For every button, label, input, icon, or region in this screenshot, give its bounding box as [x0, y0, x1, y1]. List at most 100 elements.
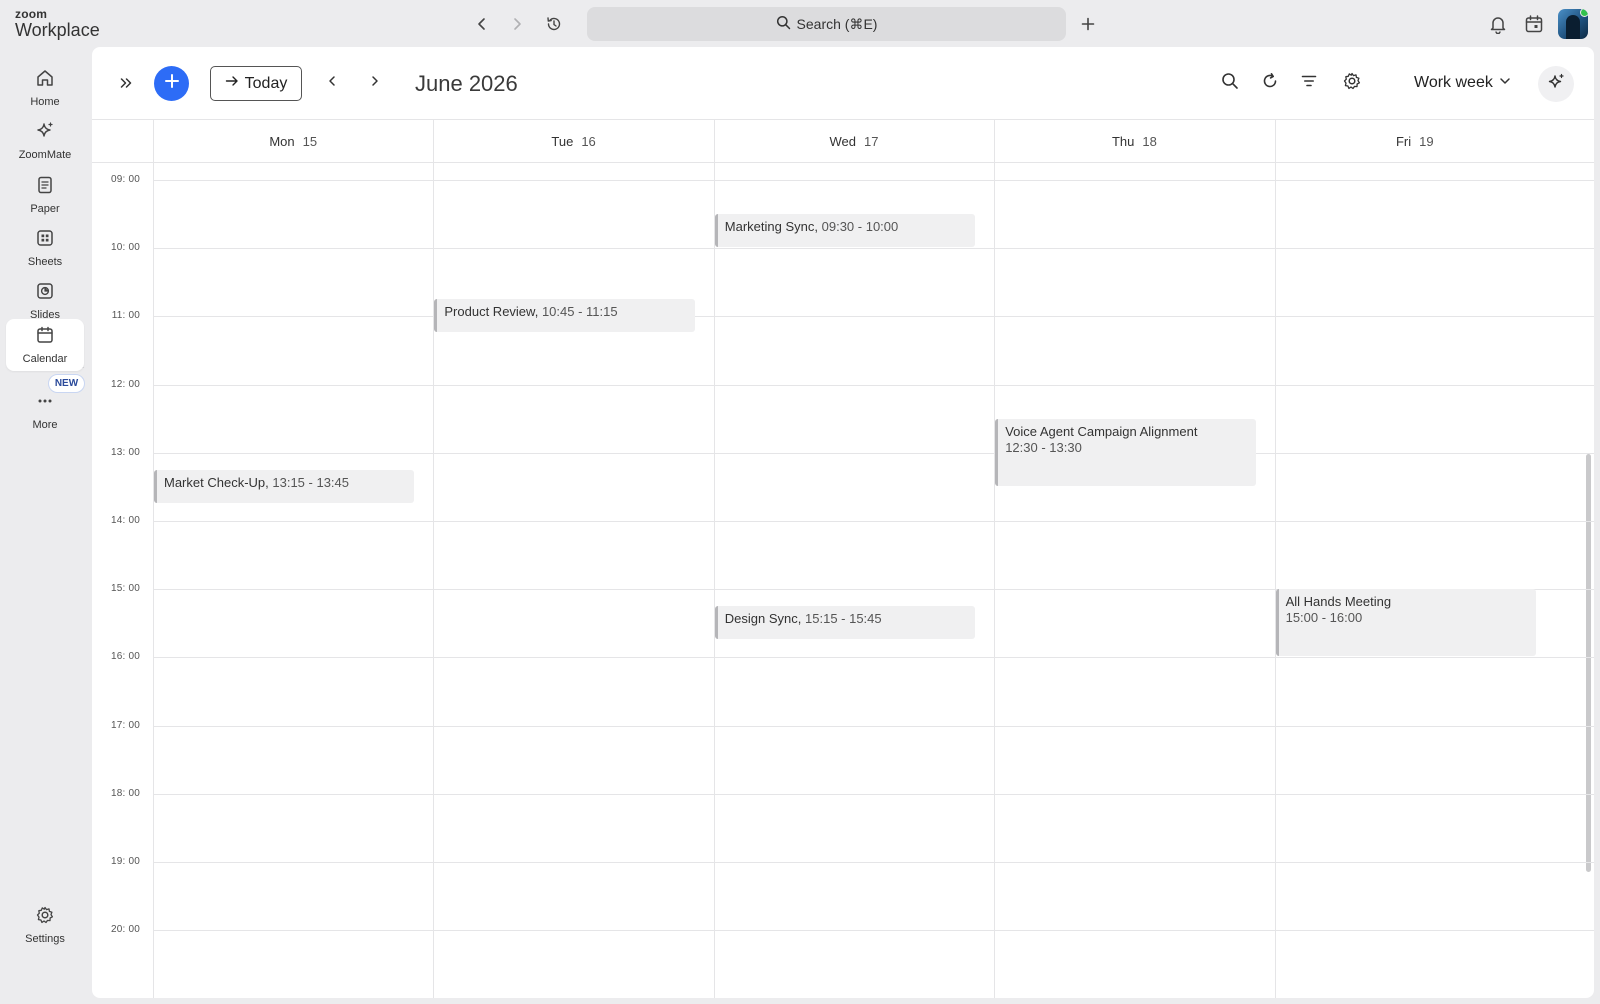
sidebar-item-calendar[interactable]: Calendar	[6, 319, 84, 371]
previous-week-button[interactable]	[320, 71, 344, 95]
hour-gridline	[153, 930, 1594, 932]
day-column-divider	[433, 119, 435, 998]
sparkle-icon	[35, 121, 55, 144]
day-name: Fri	[1395, 133, 1412, 149]
hour-label: 18: 00	[110, 787, 140, 799]
hour-gridline	[153, 316, 1594, 318]
hour-label: 10: 00	[110, 242, 140, 254]
day-column-divider	[153, 119, 154, 998]
ai-assistant-button[interactable]	[1538, 66, 1574, 102]
day-name: Tue	[551, 133, 574, 149]
sidebar-item-sheets[interactable]: Sheets	[6, 222, 84, 274]
hour-label: 14: 00	[110, 515, 140, 526]
search-bar[interactable]: Search (⌘E)	[587, 7, 1066, 41]
day-number: 19	[1419, 133, 1434, 149]
avatar[interactable]	[1558, 9, 1588, 39]
hour-label: 16: 00	[110, 651, 140, 663]
hour-label: 17: 00	[110, 719, 140, 731]
event-time: 13:15 - 13:45	[272, 474, 349, 490]
sidebar-item-label: Settings	[25, 933, 65, 945]
event-title: Voice Agent Campaign Alignment	[1005, 423, 1198, 439]
sparkle-icon	[1546, 72, 1566, 97]
hour-gridline	[153, 657, 1594, 659]
sheets-icon	[35, 228, 55, 251]
chevron-right-icon	[369, 74, 381, 92]
today-button[interactable]: Today	[210, 66, 302, 101]
history-icon[interactable]	[542, 12, 566, 36]
chevron-left-icon	[326, 74, 338, 92]
hour-label: 13: 00	[110, 446, 140, 458]
calendar-icon	[35, 325, 55, 348]
hour-label: 09: 00	[110, 174, 140, 185]
calendar-event[interactable]: Marketing Sync, 09:30 - 10:00	[714, 214, 976, 248]
plus-icon[interactable]	[1076, 12, 1100, 36]
expand-sidebar-icon[interactable]	[114, 71, 138, 95]
calendar-icon[interactable]	[1522, 12, 1546, 36]
day-header-divider	[92, 162, 1594, 163]
sidebar-item-home[interactable]: Home	[6, 62, 84, 114]
hour-gridline	[153, 248, 1594, 250]
sidebar-item-label: More	[32, 419, 58, 431]
chevron-down-icon	[1499, 74, 1511, 92]
hour-label: 20: 00	[110, 924, 140, 936]
event-title: Market Check-Up,	[164, 474, 269, 490]
calendar-event[interactable]: Product Review, 10:45 - 11:15	[434, 299, 695, 333]
day-column-divider	[713, 119, 715, 998]
calendar-event[interactable]: All Hands Meeting 15:00 - 16:00	[1275, 589, 1536, 657]
calendar-panel: Today June 2026 Work week Mon 15 Tue 16 …	[92, 47, 1594, 998]
day-number: 16	[581, 133, 596, 149]
hour-gridline	[153, 725, 1594, 727]
next-week-button[interactable]	[363, 71, 387, 95]
event-time: 15:15 - 15:45	[805, 611, 882, 627]
title-bar: zoom Workplace Search (⌘E)	[0, 0, 1600, 47]
event-title: Product Review,	[444, 304, 539, 320]
back-icon[interactable]	[470, 12, 494, 36]
sidebar-item-label: ZoomMate	[18, 149, 72, 161]
sidebar-item-paper[interactable]: Paper	[6, 169, 84, 221]
hour-gridline	[153, 452, 1594, 454]
day-header-tue[interactable]: Tue 16	[433, 120, 713, 162]
event-time: 09:30 - 10:00	[821, 219, 899, 235]
day-name: Mon	[269, 133, 295, 149]
day-name: Thu	[1111, 133, 1135, 149]
avatar-photo	[1566, 15, 1580, 39]
filter-button[interactable]	[1297, 71, 1321, 95]
add-event-button[interactable]	[154, 66, 189, 101]
day-number: 15	[302, 133, 318, 149]
calendar-event[interactable]: Design Sync, 15:15 - 15:45	[714, 606, 976, 640]
sidebar-item-zoommate[interactable]: ZoomMate	[6, 115, 84, 167]
forward-icon[interactable]	[505, 12, 529, 36]
hour-gridline	[153, 384, 1594, 386]
calendar-settings-button[interactable]	[1340, 71, 1364, 95]
slides-icon	[35, 281, 55, 304]
search-events-button[interactable]	[1218, 71, 1242, 95]
day-header-fri[interactable]: Fri 19	[1275, 120, 1555, 162]
search-label: Search (⌘E)	[796, 15, 878, 32]
day-number: 18	[1142, 133, 1157, 149]
logo-workplace-text: Workplace	[15, 20, 100, 40]
day-number: 17	[864, 133, 879, 149]
bell-icon[interactable]	[1486, 12, 1510, 36]
refresh-button[interactable]	[1258, 71, 1282, 95]
vertical-scrollbar[interactable]	[1586, 454, 1591, 872]
day-header-mon[interactable]: Mon 15	[153, 120, 433, 162]
day-header-thu[interactable]: Thu 18	[994, 120, 1274, 162]
hour-label: 15: 00	[110, 583, 140, 595]
sidebar-item-settings[interactable]: Settings	[6, 899, 84, 951]
app-logo: zoom Workplace	[15, 8, 100, 39]
view-selector[interactable]: Work week	[1414, 71, 1511, 95]
plus-icon	[164, 73, 180, 94]
search-icon	[1221, 72, 1239, 95]
sidebar-item-label: Calendar	[22, 353, 68, 365]
refresh-icon	[1261, 72, 1279, 95]
calendar-toolbar: Today June 2026 Work week	[92, 47, 1594, 119]
gear-icon	[1342, 71, 1362, 96]
event-time: 10:45 - 11:15	[541, 304, 618, 320]
sidebar-item-label: Sheets	[27, 256, 63, 268]
hour-gridline	[153, 521, 1594, 522]
hour-gridline	[153, 793, 1594, 795]
calendar-event[interactable]: Market Check-Up, 13:15 - 13:45	[154, 469, 415, 503]
day-header-wed[interactable]: Wed 17	[714, 120, 994, 162]
calendar-event[interactable]: Voice Agent Campaign Alignment 12:30 - 13…	[995, 418, 1256, 486]
hour-label: 19: 00	[110, 856, 140, 867]
